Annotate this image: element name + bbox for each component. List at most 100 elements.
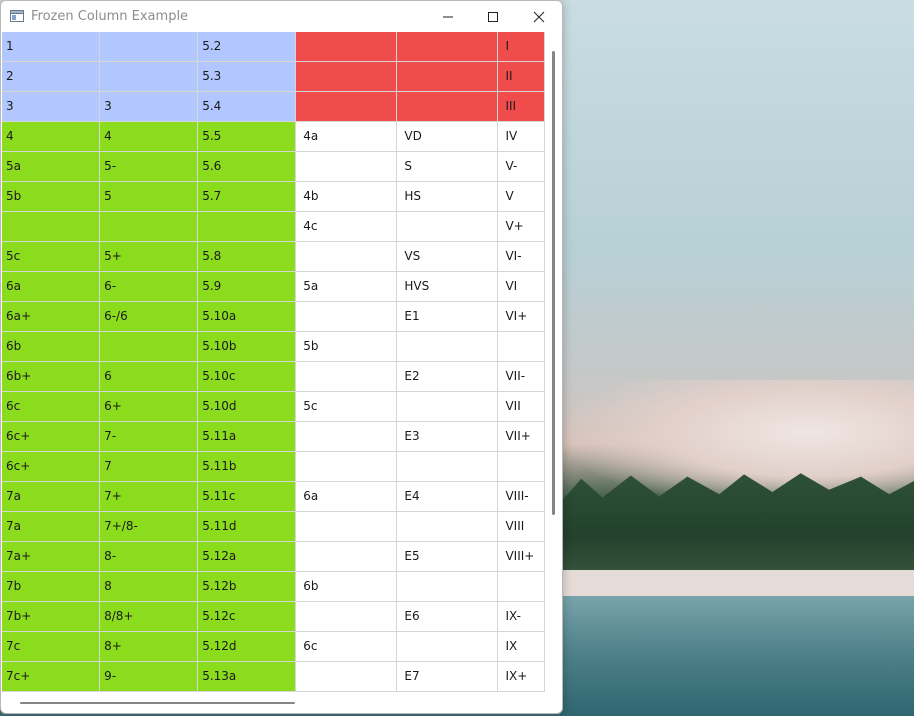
table-cell[interactable]: 6c+: [2, 452, 101, 482]
table-cell[interactable]: IV: [498, 122, 546, 152]
table-cell[interactable]: 6a+: [2, 302, 101, 332]
table-cell[interactable]: 6: [100, 362, 199, 392]
table-cell[interactable]: 5.6: [198, 152, 297, 182]
table-cell[interactable]: E7: [397, 662, 499, 692]
table-cell[interactable]: 7: [100, 452, 199, 482]
table-cell[interactable]: [498, 332, 546, 362]
table-cell[interactable]: [397, 632, 499, 662]
table-cell[interactable]: [296, 512, 398, 542]
table-row[interactable]: 7c+ 9- 5.13a E7 IX+: [2, 662, 546, 692]
table-cell[interactable]: [397, 332, 499, 362]
table-cell[interactable]: 5.12a: [198, 542, 297, 572]
table-cell[interactable]: E6: [397, 602, 499, 632]
table-cell[interactable]: 7+: [100, 482, 199, 512]
table-cell[interactable]: 9-: [100, 662, 199, 692]
table-row[interactable]: 6a+ 6-/6 5.10a E1 VI+: [2, 302, 546, 332]
table-cell[interactable]: VI-: [498, 242, 546, 272]
table-cell[interactable]: [2, 212, 101, 242]
table-cell[interactable]: [397, 392, 499, 422]
close-button[interactable]: [516, 1, 562, 32]
table-cell[interactable]: E5: [397, 542, 499, 572]
table-row[interactable]: 6b 5.10b 5b: [2, 332, 546, 362]
table-cell[interactable]: 5.2: [198, 32, 297, 62]
table-cell[interactable]: VII: [498, 392, 546, 422]
table-cell[interactable]: 5+: [100, 242, 199, 272]
table-cell[interactable]: VII-: [498, 362, 546, 392]
table-cell[interactable]: [296, 302, 398, 332]
table-row[interactable]: 6c 6+ 5.10d 5c VII: [2, 392, 546, 422]
table-cell[interactable]: 5.10d: [198, 392, 297, 422]
table-cell[interactable]: 4: [2, 122, 101, 152]
table-cell[interactable]: [397, 62, 499, 92]
table-cell[interactable]: [296, 152, 398, 182]
table-row[interactable]: 4 4 5.5 4a VD IV: [2, 122, 546, 152]
table-cell[interactable]: 5.9: [198, 272, 297, 302]
table-cell[interactable]: 5.4: [198, 92, 297, 122]
table-cell[interactable]: V-: [498, 152, 546, 182]
table-row[interactable]: 7a 7+/8- 5.11d VIII: [2, 512, 546, 542]
table-cell[interactable]: 5.10c: [198, 362, 297, 392]
table-row[interactable]: 4c V+: [2, 212, 546, 242]
table-cell[interactable]: [397, 32, 499, 62]
table-cell[interactable]: 4a: [296, 122, 398, 152]
table-cell[interactable]: 5.10b: [198, 332, 297, 362]
table-cell[interactable]: [100, 332, 199, 362]
table-row[interactable]: 7c 8+ 5.12d 6c IX: [2, 632, 546, 662]
table-cell[interactable]: 5.10a: [198, 302, 297, 332]
table-cell[interactable]: [498, 572, 546, 602]
table-cell[interactable]: E1: [397, 302, 499, 332]
table-cell[interactable]: E3: [397, 422, 499, 452]
table-cell[interactable]: [296, 242, 398, 272]
table-row[interactable]: 5a 5- 5.6 S V-: [2, 152, 546, 182]
table-cell[interactable]: VIII: [498, 512, 546, 542]
table-cell[interactable]: E4: [397, 482, 499, 512]
table-cell[interactable]: V: [498, 182, 546, 212]
table-cell[interactable]: 5.8: [198, 242, 297, 272]
vertical-scrollbar-thumb[interactable]: [552, 51, 555, 515]
table-cell[interactable]: [397, 572, 499, 602]
table-row[interactable]: 6c+ 7 5.11b: [2, 452, 546, 482]
table-cell[interactable]: E2: [397, 362, 499, 392]
table-cell[interactable]: 5.11b: [198, 452, 297, 482]
table-cell[interactable]: 5.5: [198, 122, 297, 152]
table-cell[interactable]: [296, 422, 398, 452]
table-row[interactable]: 7b 8 5.12b 6b: [2, 572, 546, 602]
table-cell[interactable]: 5c: [296, 392, 398, 422]
table-cell[interactable]: [296, 62, 398, 92]
table-cell[interactable]: 6b: [2, 332, 101, 362]
table-cell[interactable]: 7a: [2, 512, 101, 542]
table-cell[interactable]: 4b: [296, 182, 398, 212]
table-row[interactable]: 2 5.3 II: [2, 62, 546, 92]
table-cell[interactable]: [397, 212, 499, 242]
table-cell[interactable]: 6-/6: [100, 302, 199, 332]
table-cell[interactable]: 5c: [2, 242, 101, 272]
table-row[interactable]: 5b 5 5.7 4b HS V: [2, 182, 546, 212]
table-cell[interactable]: 8: [100, 572, 199, 602]
table-cell[interactable]: I: [498, 32, 546, 62]
table-cell[interactable]: 6a: [296, 482, 398, 512]
table-cell[interactable]: 5b: [296, 332, 398, 362]
table-cell[interactable]: 5.3: [198, 62, 297, 92]
table-row[interactable]: 7a 7+ 5.11c 6a E4 VIII-: [2, 482, 546, 512]
table-cell[interactable]: [296, 542, 398, 572]
maximize-button[interactable]: [470, 1, 516, 32]
table-cell[interactable]: VIII-: [498, 482, 546, 512]
table-row[interactable]: 6b+ 6 5.10c E2 VII-: [2, 362, 546, 392]
table-cell[interactable]: [100, 32, 199, 62]
table-cell[interactable]: [296, 602, 398, 632]
title-bar[interactable]: Frozen Column Example: [1, 1, 562, 32]
table-cell[interactable]: [100, 62, 199, 92]
minimize-button[interactable]: [425, 1, 471, 32]
table-cell[interactable]: 6+: [100, 392, 199, 422]
table-cell[interactable]: VI: [498, 272, 546, 302]
table-cell[interactable]: 7+/8-: [100, 512, 199, 542]
table-cell[interactable]: 5-: [100, 152, 199, 182]
table-row[interactable]: 3 3 5.4 III: [2, 92, 546, 122]
table-cell[interactable]: II: [498, 62, 546, 92]
table-cell[interactable]: 5.11a: [198, 422, 297, 452]
table-cell[interactable]: [296, 662, 398, 692]
table-cell[interactable]: VI+: [498, 302, 546, 332]
table-cell[interactable]: 7c: [2, 632, 101, 662]
table-cell[interactable]: [296, 452, 398, 482]
table-cell[interactable]: 5a: [2, 152, 101, 182]
